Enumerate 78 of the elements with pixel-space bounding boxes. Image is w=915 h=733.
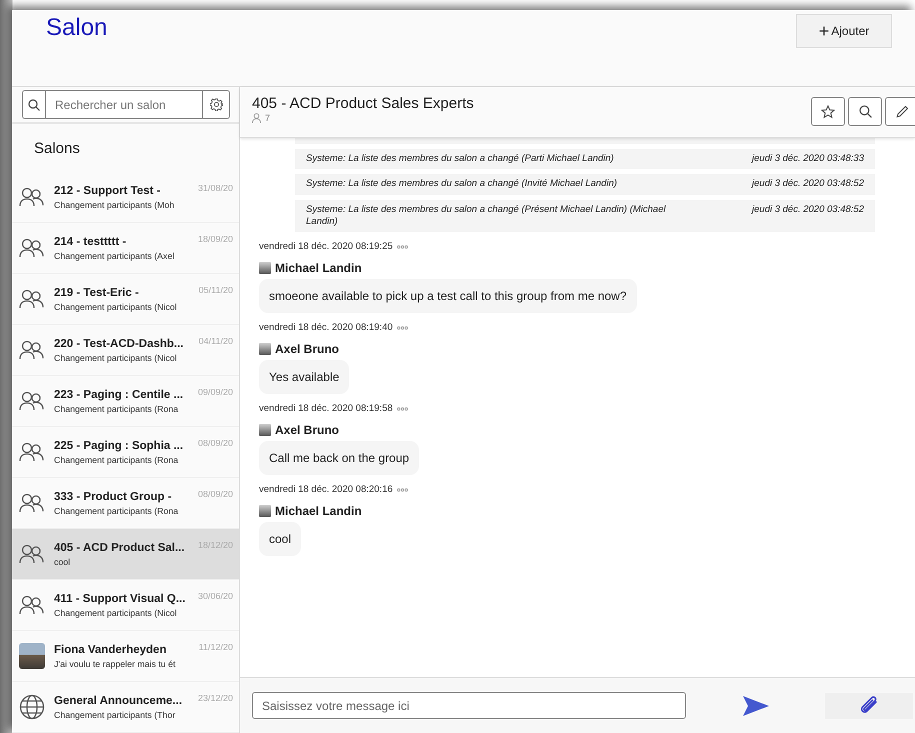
send-button[interactable] xyxy=(742,694,770,716)
search-button[interactable] xyxy=(848,97,882,126)
globe-icon xyxy=(19,694,45,720)
room-name: 411 - Support Visual Q... xyxy=(54,592,186,604)
room-preview: Changement participants (Axel xyxy=(54,250,176,260)
room-preview: Changement participants (Rona xyxy=(54,454,180,464)
room-preview: Changement participants (Nicol xyxy=(54,608,178,618)
message-time: vendredi 18 déc. 2020 08:20:16 xyxy=(259,484,393,496)
room-name: 223 - Paging : Centile ... xyxy=(54,388,184,400)
message-author: Michael Landin xyxy=(275,504,362,518)
message-author: Axel Bruno xyxy=(275,423,340,438)
room-preview: Changement participants (Nicol xyxy=(54,302,178,312)
settings-icon[interactable] xyxy=(210,98,222,111)
room-preview: Changement participants (Nicol xyxy=(54,352,178,362)
system-message-time: jeudi 3 déc. 2020 03:48:52 xyxy=(752,204,864,217)
group-icon xyxy=(19,391,45,411)
system-message-text: Systeme: La liste des membres du salon a changé (Parti Michael Landin) xyxy=(306,153,614,166)
section-heading: Salons xyxy=(33,139,81,159)
message-author: Axel Bruno xyxy=(275,342,340,356)
group-icon xyxy=(19,340,45,360)
room-preview: Changement participants (Rona xyxy=(54,506,180,516)
group-icon xyxy=(19,187,45,207)
room-preview: Changement participants (Rona xyxy=(54,404,180,414)
room-name: 219 - Test-Eric - xyxy=(54,286,139,298)
system-message-text: Systeme: La liste des membres du salon a changé (Invité Michael Landin) xyxy=(306,178,618,191)
message-bubble: cool xyxy=(259,522,302,556)
avatar-placeholder xyxy=(259,424,271,436)
attach-button[interactable] xyxy=(825,692,913,718)
more-icon[interactable] xyxy=(396,245,408,250)
pencil-icon xyxy=(896,105,908,118)
room-name: Fiona Vanderheyden xyxy=(54,644,166,656)
room-name: 214 - testtttt - xyxy=(54,236,126,248)
message-author: Michael Landin xyxy=(275,261,362,276)
group-icon xyxy=(19,493,45,513)
room-preview: cool xyxy=(54,556,72,566)
member-count: 7 xyxy=(265,113,270,123)
room-preview: J'ai voulu te rappeler mais tu ét xyxy=(54,658,176,668)
message-input[interactable]: Saisissez votre message ici xyxy=(252,692,686,719)
message-time: vendredi 18 déc. 2020 08:19:25 xyxy=(259,241,393,252)
person-icon xyxy=(252,113,261,123)
group-icon xyxy=(19,442,45,462)
search-icon xyxy=(858,105,872,118)
system-message-text: Systeme: La liste des membres du salon a changé (Présent Michael Landin) (Michael Landin) xyxy=(306,204,667,228)
avatar-placeholder xyxy=(259,505,271,518)
edit-button[interactable] xyxy=(885,97,915,126)
room-name: 333 - Product Group - xyxy=(54,490,172,502)
room-preview: Changement participants (Thor xyxy=(54,710,176,720)
photo-placeholder xyxy=(19,643,45,669)
search-icon xyxy=(28,98,40,110)
room-name: 225 - Paging : Sophia ... xyxy=(54,440,184,452)
message-bubble: Call me back on the group xyxy=(259,441,420,476)
add-button[interactable]: +Ajouter xyxy=(796,14,892,48)
system-message-time: jeudi 3 déc. 2020 03:48:52 xyxy=(752,178,864,191)
page-title: Salon xyxy=(46,14,108,42)
room-name: General Announceme... xyxy=(54,694,182,706)
favorite-button[interactable] xyxy=(811,97,845,126)
group-icon xyxy=(19,289,45,309)
message-time: vendredi 18 déc. 2020 08:19:58 xyxy=(259,403,393,414)
more-icon[interactable] xyxy=(396,407,408,412)
room-name: 405 - ACD Product Sal... xyxy=(54,542,185,554)
message-bubble: smoeone available to pick up a test call to this group from me now? xyxy=(259,279,637,314)
room-title: 405 - ACD Product Sales Experts xyxy=(252,95,474,112)
more-icon[interactable] xyxy=(396,326,408,330)
message-time: vendredi 18 déc. 2020 08:19:40 xyxy=(259,322,393,334)
avatar-placeholder xyxy=(259,343,271,356)
message-bubble: Yes available xyxy=(259,360,350,394)
room-search-field[interactable]: Rechercher un salon xyxy=(45,90,203,119)
send-icon xyxy=(742,694,770,716)
room-name: 220 - Test-ACD-Dashb... xyxy=(54,338,184,350)
group-icon xyxy=(19,544,45,564)
more-icon[interactable] xyxy=(396,488,408,492)
star-icon xyxy=(821,104,835,118)
group-icon xyxy=(19,238,45,258)
group-icon xyxy=(19,595,45,615)
system-message-time: jeudi 3 déc. 2020 03:48:33 xyxy=(752,153,864,166)
room-name: 212 - Support Test - xyxy=(54,184,160,196)
avatar-placeholder xyxy=(259,262,271,274)
room-preview: Changement participants (Moh xyxy=(54,200,176,210)
